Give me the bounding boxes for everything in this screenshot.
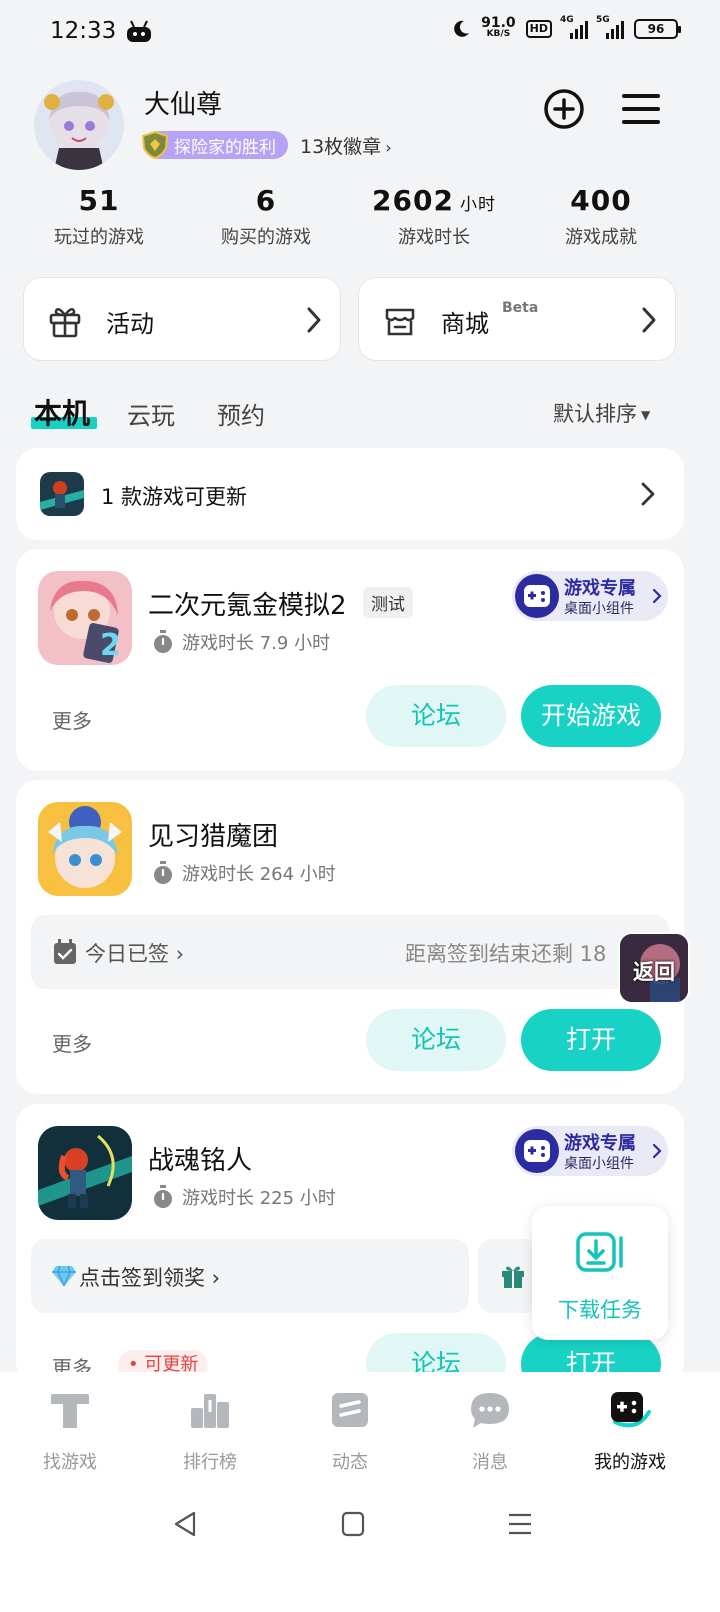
signin-countdown: 距离签到结束还剩 18	[405, 942, 607, 966]
badge-row[interactable]: 探险家的胜利 13枚徽章 ›	[141, 130, 392, 160]
store-icon	[385, 308, 415, 336]
feed-icon	[332, 1393, 368, 1427]
game-icon-zhanhun	[40, 472, 84, 516]
ranking-icon	[191, 1394, 229, 1428]
forum-button[interactable]: 论坛	[366, 1009, 506, 1071]
game-name: 战魂铭人	[148, 1146, 253, 1176]
recents-icon[interactable]	[507, 1512, 533, 1536]
stopwatch-icon	[154, 1185, 172, 1208]
update-text: 1 款游戏可更新	[101, 485, 248, 509]
chevron-right-icon	[652, 1143, 662, 1159]
back-icon[interactable]	[172, 1510, 200, 1538]
tab-reserve[interactable]: 预约	[217, 396, 265, 431]
username: 大仙尊	[144, 90, 223, 120]
badge-pill[interactable]: 探险家的胜利	[141, 130, 288, 160]
stats-row: 51 玩过的游戏 6 购买的游戏 2602 小时 游戏时长 400 游戏成就	[0, 184, 700, 254]
caret-down-icon: ▼	[641, 408, 651, 422]
activity-label: 活动	[106, 310, 154, 338]
desktop-widget-button[interactable]: 游戏专属 桌面小组件	[512, 1126, 668, 1176]
game-card-2[interactable]: 见习猎魔团 游戏时长 264 小时 今日已签 › 距离签到结束还剩 18 更多 …	[16, 780, 684, 1094]
find-games-icon	[51, 1394, 89, 1428]
signin-status: 今日已签 ›	[85, 942, 185, 966]
playtime: 游戏时长 264 小时	[152, 860, 336, 886]
game-icon-ercyuan: 2	[38, 571, 132, 665]
sort-dropdown[interactable]: 默认排序 ▼	[553, 398, 650, 428]
stat-playtime[interactable]: 2602 小时 游戏时长	[349, 184, 519, 249]
signin-prompt: 点击签到领奖 ›	[79, 1266, 221, 1290]
diamond-icon	[52, 1265, 76, 1287]
hd-indicator: HD	[525, 20, 552, 38]
game-icon-jianxi	[38, 802, 132, 896]
open-button[interactable]: 打开	[521, 1009, 661, 1071]
store-card[interactable]: 商城 Beta	[358, 277, 676, 361]
stopwatch-icon	[154, 630, 172, 653]
bottom-nav: 找游戏 排行榜 动态 消息 我的游戏	[0, 1372, 720, 1490]
my-games-icon	[611, 1392, 651, 1428]
game-icon-zhanhun	[38, 1126, 132, 1220]
beta-label: Beta	[502, 300, 539, 316]
moon-icon	[454, 20, 470, 37]
floating-return-button[interactable]: 返回	[618, 932, 690, 1004]
chevron-right-icon	[652, 588, 662, 604]
nav-my-games[interactable]: 我的游戏	[560, 1388, 700, 1474]
stopwatch-icon	[154, 861, 172, 884]
game-name: 见习猎魔团	[148, 822, 279, 852]
playtime: 游戏时长 7.9 小时	[152, 629, 330, 655]
chevron-right-icon: ›	[385, 137, 392, 157]
gift-reward-bar[interactable]	[478, 1239, 538, 1313]
add-button[interactable]	[543, 88, 585, 130]
signal-5g-icon: 5G	[596, 15, 624, 39]
gamepad-icon	[515, 574, 559, 618]
tab-cloud[interactable]: 云玩	[127, 396, 175, 431]
stat-played[interactable]: 51 玩过的游戏	[14, 184, 184, 249]
activity-card[interactable]: 活动	[23, 277, 341, 361]
update-banner[interactable]: 1 款游戏可更新	[16, 448, 684, 540]
message-icon	[471, 1393, 509, 1428]
store-label: 商城	[441, 310, 489, 338]
status-time: 12:33	[50, 18, 117, 44]
stat-purchased[interactable]: 6 购买的游戏	[181, 184, 351, 249]
status-bar: 12:33 91.0 KB/S HD 4G 5G 96	[0, 0, 720, 64]
download-task-button[interactable]: 下载任务	[532, 1206, 668, 1340]
system-nav-bar	[0, 1490, 720, 1612]
desktop-widget-button[interactable]: 游戏专属 桌面小组件	[512, 571, 668, 621]
start-game-button[interactable]: 开始游戏	[521, 685, 661, 747]
more-button[interactable]: 更多	[52, 1028, 92, 1057]
gift-icon	[49, 308, 81, 338]
stat-achievements[interactable]: 400 游戏成就	[516, 184, 686, 249]
chevron-right-icon	[642, 307, 656, 333]
download-icon	[576, 1232, 623, 1272]
game-name: 二次元氪金模拟2	[148, 591, 347, 621]
test-tag: 测试	[363, 587, 413, 618]
avatar[interactable]	[34, 80, 124, 170]
nav-ranking[interactable]: 排行榜	[140, 1388, 280, 1474]
home-icon[interactable]	[341, 1511, 365, 1537]
nav-feed[interactable]: 动态	[280, 1388, 420, 1474]
svg-text:2: 2	[100, 628, 121, 663]
signin-bar[interactable]: 今日已签 › 距离签到结束还剩 18	[31, 915, 669, 989]
chevron-right-icon	[641, 482, 655, 506]
badge-count[interactable]: 13枚徽章 ›	[300, 132, 392, 159]
game-card-1[interactable]: 2 二次元氪金模拟2 测试 游戏时长 7.9 小时 游戏专属 桌面小组件 更多 …	[16, 549, 684, 771]
signal-4g-icon: 4G	[560, 15, 588, 39]
playtime: 游戏时长 225 小时	[152, 1184, 336, 1210]
nav-find-games[interactable]: 找游戏	[0, 1388, 140, 1474]
battery-indicator: 96	[634, 19, 681, 39]
nav-messages[interactable]: 消息	[420, 1388, 560, 1474]
signin-reward-bar[interactable]: 点击签到领奖 ›	[31, 1239, 469, 1313]
net-speed: 91.0 KB/S	[481, 15, 516, 39]
chevron-right-icon	[307, 307, 321, 333]
menu-button[interactable]	[622, 92, 660, 126]
gift-icon	[502, 1266, 524, 1288]
tab-local[interactable]: 本机	[34, 392, 90, 432]
calendar-check-icon	[54, 939, 76, 964]
shield-badge-icon	[141, 130, 169, 160]
badge-name: 探险家的胜利	[174, 137, 276, 158]
forum-button[interactable]: 论坛	[366, 685, 506, 747]
more-button[interactable]: 更多	[52, 705, 92, 734]
gamepad-icon	[515, 1129, 559, 1173]
app-notification-icon	[127, 20, 151, 42]
